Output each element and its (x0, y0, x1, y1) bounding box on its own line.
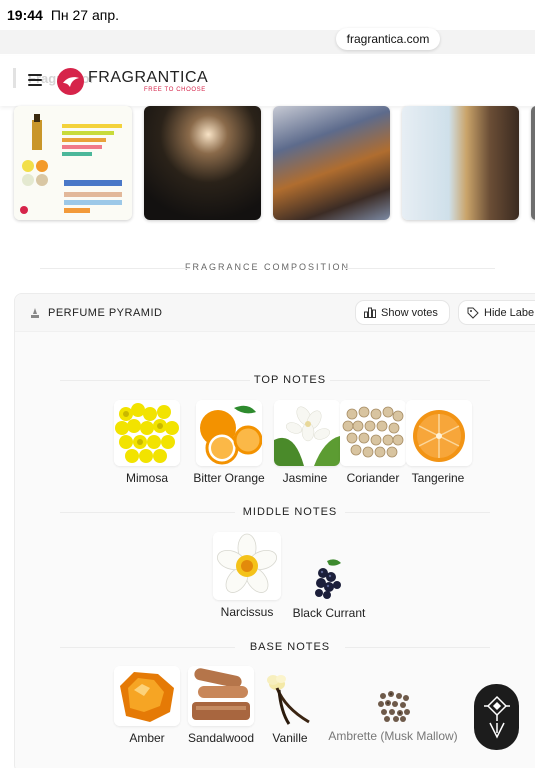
note-tangerine[interactable]: Tangerine (406, 400, 472, 485)
section-heading: FRAGRANCE COMPOSITION (0, 262, 535, 272)
pyramid-header: PERFUME PYRAMID Show votes Hide Labe (15, 294, 535, 332)
note-label: Amber (129, 731, 165, 745)
gallery-thumb-photo-2[interactable] (273, 106, 390, 220)
note-vanille[interactable]: Vanille (262, 672, 318, 745)
note-label: Narcissus (220, 605, 274, 619)
black-currant-icon (307, 557, 351, 601)
header-blur (0, 30, 535, 54)
note-jasmine[interactable]: Jasmine (274, 400, 340, 485)
jasmine-icon (274, 400, 340, 466)
hide-labels-button[interactable]: Hide Labe (458, 300, 535, 325)
note-label: Mimosa (125, 471, 168, 485)
tier-title-middle: MIDDLE NOTES (242, 506, 338, 518)
fragrantica-logo[interactable]: FRAGRANTICA FREE TO CHOOSE (57, 68, 208, 95)
ghost-left-bar (13, 68, 16, 88)
coriander-icon (340, 400, 406, 466)
note-black-currant[interactable]: Black Currant (290, 557, 368, 620)
gallery-thumb-photo-3[interactable] (402, 106, 519, 220)
show-votes-button[interactable]: Show votes (355, 300, 450, 325)
logo-name: FRAGRANTICA (88, 69, 209, 86)
note-ambrette[interactable]: Ambrette (Musk Mallow) (322, 688, 464, 743)
status-date: Пн 27 апр. (50, 7, 120, 23)
note-mimosa[interactable]: Mimosa (113, 400, 181, 485)
note-coriander[interactable]: Coriander (340, 400, 406, 485)
pyramid-title: PERFUME PYRAMID (48, 307, 163, 319)
logo-tagline: FREE TO CHOOSE (144, 87, 206, 93)
hide-labels-label: Hide Labe (484, 306, 535, 319)
note-label: Sandalwood (187, 731, 255, 745)
sandalwood-icon (188, 666, 254, 726)
vanilla-icon (263, 672, 317, 726)
logo-bird-icon (57, 68, 84, 95)
hamburger-menu-icon[interactable] (28, 74, 42, 86)
tier-title-top: TOP NOTES (253, 374, 327, 386)
gallery-thumb-photo-4[interactable] (531, 106, 535, 220)
note-label: Coriander (346, 471, 400, 485)
note-label: Bitter Orange (193, 471, 265, 485)
pyramid-icon (31, 308, 39, 318)
status-time: 19:44 (7, 7, 43, 23)
photo-gallery (0, 106, 535, 224)
url-text: fragrantica.com (346, 32, 430, 46)
note-label: Jasmine (282, 471, 328, 485)
note-bitter-orange[interactable]: Bitter Orange (189, 400, 269, 485)
note-label: Black Currant (292, 606, 366, 620)
status-bar: 19:44 Пн 27 апр. (0, 0, 535, 30)
narcissus-icon (213, 532, 281, 600)
gallery-thumb-photo-1[interactable] (144, 106, 261, 220)
bitter-orange-icon (196, 400, 262, 466)
url-pill[interactable]: fragrantica.com (336, 28, 440, 50)
tier-title-base: BASE NOTES (249, 641, 331, 653)
note-amber[interactable]: Amber (114, 666, 180, 745)
show-votes-label: Show votes (381, 306, 438, 319)
site-header: Fragr Shor FRAGRANTICA FREE TO CHOOSE (0, 56, 535, 106)
tangerine-icon (406, 400, 472, 466)
tag-icon (467, 307, 479, 319)
bar-chart-icon (364, 307, 376, 318)
note-label: Tangerine (411, 471, 465, 485)
ambrette-icon (375, 688, 411, 724)
amber-icon (114, 666, 180, 726)
note-label: Vanille (272, 731, 308, 745)
mimosa-icon (114, 400, 180, 466)
gallery-thumb-infographic[interactable] (14, 106, 132, 220)
note-sandalwood[interactable]: Sandalwood (186, 666, 256, 745)
note-narcissus[interactable]: Narcissus (212, 532, 282, 619)
diamond-logo-icon (483, 695, 510, 739)
floating-brand-badge[interactable] (474, 684, 519, 750)
note-label: Ambrette (Musk Mallow) (328, 729, 458, 743)
